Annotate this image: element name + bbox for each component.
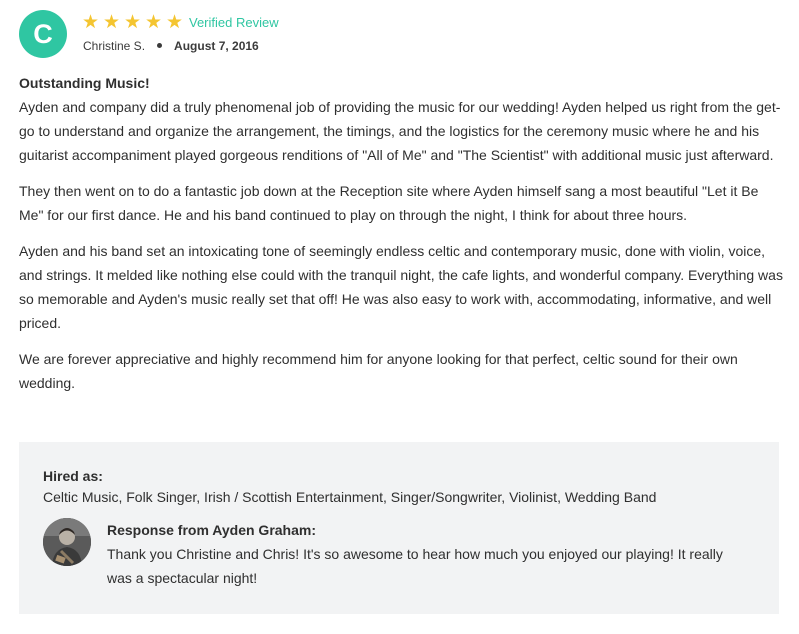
responder-avatar [43,518,91,566]
review-paragraph: They then went on to do a fantastic job … [19,183,759,223]
response-text: Thank you Christine and Chris! It's so a… [107,546,723,586]
star-icon: ★ [145,12,163,33]
review-paragraph: We are forever appreciative and highly r… [19,351,738,391]
star-icon: ★ [82,12,100,33]
verified-review-badge: Verified Review [189,15,279,30]
reviewer-name: Christine S. [83,38,146,53]
review-paragraph: Ayden and company did a truly phenomenal… [19,99,781,163]
review-paragraph: Ayden and his band set an intoxicating t… [19,243,783,331]
response-title: Response from Ayden Graham: [107,522,317,538]
responder-photo-icon [43,518,91,566]
star-icon: ★ [103,12,121,33]
review-header: C ★ ★ ★ ★ ★ Verified Review Christine S.… [19,10,779,58]
review-date: August 7, 2016 [174,38,259,53]
reviewer-avatar: C [19,10,67,58]
star-icon: ★ [124,12,142,33]
hired-label: Hired as: [43,468,103,484]
star-icon: ★ [166,12,184,33]
hired-categories: Celtic Music, Folk Singer, Irish / Scott… [43,489,657,505]
review-body: Outstanding Music! Ayden and company did… [19,71,784,407]
review-title: Outstanding Music! [19,75,150,91]
reviewer-meta: Christine S. August 7, 2016 [83,38,259,53]
hired-panel: Hired as: Celtic Music, Folk Singer, Iri… [19,442,779,614]
rating-stars: ★ ★ ★ ★ ★ Verified Review [82,12,279,33]
separator-dot [157,43,163,48]
